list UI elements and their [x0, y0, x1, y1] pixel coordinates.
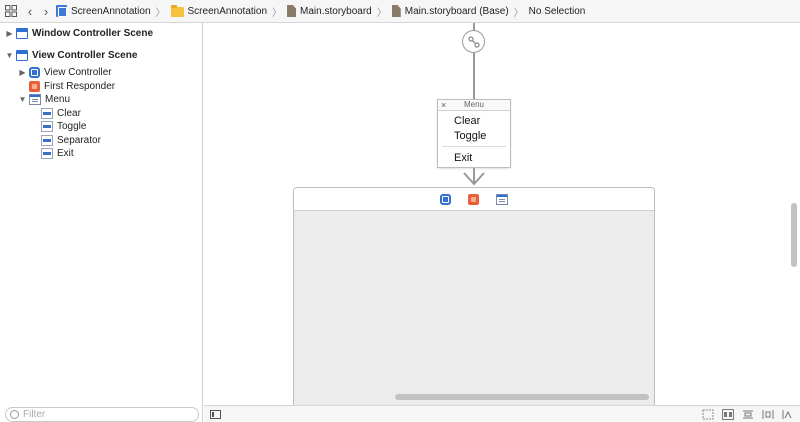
view-controller-icon — [29, 67, 40, 78]
breadcrumb-storyboard[interactable]: Main.storyboard — [285, 0, 374, 23]
canvas-bottom-bar — [204, 405, 800, 422]
outline-row-view-controller[interactable]: ▶ View Controller — [18, 66, 112, 79]
folder-icon — [170, 5, 184, 17]
storyboard-file-icon — [287, 5, 297, 17]
breadcrumb-separator: 〉 — [376, 7, 387, 19]
outline-row-menu-item-toggle[interactable]: Toggle — [41, 120, 86, 133]
document-outline: ▶ Window Controller Scene ▼ View Control… — [0, 23, 203, 422]
view-controller-scene-frame[interactable] — [293, 187, 655, 407]
back-arrow-icon[interactable]: ‹ — [22, 0, 38, 23]
view-controller-view[interactable] — [294, 211, 654, 406]
outline-row-menu-item-clear[interactable]: Clear — [41, 107, 81, 120]
menu-title-bar: × Menu — [438, 100, 510, 111]
show-outline-icon[interactable] — [210, 410, 221, 419]
disclosure-expanded-icon[interactable]: ▼ — [5, 51, 14, 60]
breadcrumb-separator: 〉 — [513, 7, 524, 19]
vertical-scrollbar[interactable] — [791, 203, 797, 267]
outline-row-menu[interactable]: ▼ Menu — [18, 93, 70, 106]
outline-row-first-responder[interactable]: First Responder — [18, 80, 115, 93]
menu-item-icon — [41, 121, 53, 132]
arrow-down-icon — [463, 172, 485, 186]
first-responder-icon[interactable] — [468, 193, 479, 205]
filter-input[interactable] — [23, 409, 183, 420]
segue-icon[interactable] — [462, 30, 485, 53]
view-controller-icon[interactable] — [440, 193, 451, 205]
menu-item-icon — [41, 135, 53, 146]
resolve-issues-icon[interactable] — [782, 409, 794, 420]
forward-arrow-icon[interactable]: › — [38, 0, 54, 23]
disclosure-collapsed-icon[interactable]: ▶ — [5, 29, 14, 38]
breadcrumb-separator: 〉 — [155, 7, 166, 19]
outline-row-view-controller-scene[interactable]: ▼ View Controller Scene — [5, 49, 137, 62]
embed-icon[interactable] — [702, 409, 714, 420]
layout-tools — [702, 409, 794, 420]
filter-field[interactable] — [5, 407, 199, 422]
outline-row-menu-item-separator[interactable]: Separator — [41, 134, 101, 147]
horizontal-scrollbar[interactable] — [395, 394, 649, 400]
scene-icon — [16, 50, 28, 61]
breadcrumb-storyboard-base[interactable]: Main.storyboard (Base) — [390, 0, 511, 23]
menu-item-icon — [41, 108, 53, 119]
disclosure-expanded-icon[interactable]: ▼ — [18, 95, 27, 104]
canvas-menu-item-clear[interactable]: Clear — [454, 115, 480, 127]
canvas-menu-item-exit[interactable]: Exit — [454, 152, 472, 164]
outline-row-window-controller-scene[interactable]: ▶ Window Controller Scene — [5, 27, 153, 40]
disclosure-collapsed-icon[interactable]: ▶ — [18, 68, 27, 77]
canvas-menu-item-toggle[interactable]: Toggle — [454, 130, 486, 142]
menu-object[interactable]: × Menu Clear Toggle Exit — [437, 99, 511, 168]
outline-row-menu-item-exit[interactable]: Exit — [41, 147, 74, 160]
related-items-icon[interactable] — [0, 0, 22, 23]
storyboard-canvas[interactable]: × Menu Clear Toggle Exit — [204, 23, 800, 407]
menu-separator — [442, 146, 506, 147]
project-icon — [56, 5, 67, 17]
scene-icon — [16, 28, 28, 39]
close-icon[interactable]: × — [441, 100, 446, 110]
jump-bar: ‹ › ScreenAnnotation 〉 ScreenAnnotation … — [0, 0, 800, 23]
align-icon[interactable] — [742, 409, 754, 420]
menu-icon — [29, 94, 41, 105]
stack-icon[interactable] — [722, 409, 734, 420]
scene-dock — [294, 188, 654, 211]
pin-icon[interactable] — [762, 409, 774, 420]
menu-item-icon — [41, 148, 53, 159]
breadcrumb-separator: 〉 — [272, 7, 283, 19]
breadcrumb-project[interactable]: ScreenAnnotation — [54, 0, 153, 23]
filter-icon — [10, 410, 19, 419]
menu-icon[interactable] — [496, 193, 508, 205]
breadcrumb-folder[interactable]: ScreenAnnotation — [169, 0, 270, 23]
first-responder-icon — [29, 81, 40, 92]
storyboard-file-icon — [391, 5, 401, 17]
breadcrumb-selection[interactable]: No Selection — [527, 0, 588, 23]
